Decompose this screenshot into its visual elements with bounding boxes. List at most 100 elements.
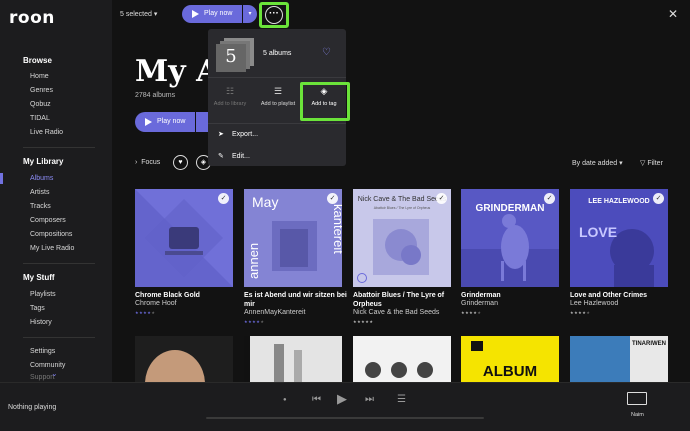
play-icon[interactable]: ▶ <box>337 391 347 407</box>
menu-item-label: Export... <box>232 131 259 138</box>
album-cover[interactable]: TINARIWEN <box>570 336 668 382</box>
selected-check-icon[interactable]: ✓ <box>544 193 555 204</box>
qobuz-source-icon <box>357 273 367 283</box>
play-icon <box>192 10 199 18</box>
sidebar-item-composers[interactable]: Composers <box>30 217 66 224</box>
next-track-icon[interactable]: ⏭ <box>365 394 374 405</box>
album-artist[interactable]: Lee Hazlewood <box>570 300 680 307</box>
album-cover-art <box>135 336 233 382</box>
sidebar-item-tidal[interactable]: TIDAL <box>30 115 50 122</box>
chevron-right-icon: › <box>135 159 138 166</box>
menu-item-label: Edit... <box>232 153 250 160</box>
zone-device-icon[interactable] <box>627 392 647 405</box>
sidebar-item-community[interactable]: Community <box>30 362 65 369</box>
cover-text: LEE HAZLEWOOD <box>588 198 649 205</box>
library-add-icon: ☷ <box>225 86 235 96</box>
album-cover[interactable]: ALBUM <box>461 336 559 382</box>
cover-text: LOVE <box>579 224 617 240</box>
album-artist[interactable]: Grinderman <box>461 300 571 307</box>
sidebar-item-settings[interactable]: Settings <box>30 348 55 355</box>
sidebar-item-history[interactable]: History <box>30 319 52 326</box>
roon-logo[interactable]: roon <box>9 8 55 28</box>
album-cover-art <box>353 336 451 382</box>
sidebar-item-compositions[interactable]: Compositions <box>30 231 72 238</box>
edit-menu-item[interactable]: ✎ Edit... <box>218 152 250 160</box>
album-cover-art <box>244 336 342 382</box>
now-playing-text: Nothing playing <box>8 404 57 411</box>
sidebar-item-artists[interactable]: Artists <box>30 189 49 196</box>
album-title[interactable]: Es ist Abend und wir sitzen bei mir <box>244 291 354 309</box>
zone-name[interactable]: Naim <box>631 412 644 418</box>
play-now-label: Play now <box>204 10 233 17</box>
album-title[interactable]: Abattoir Blues / The Lyre of Orpheus <box>353 291 463 309</box>
album-title[interactable]: Grinderman <box>461 291 571 300</box>
play-now-button[interactable]: Play now <box>135 112 195 132</box>
export-icon: ➤ <box>218 131 224 138</box>
add-to-library-button[interactable]: ☷ Add to library <box>210 86 250 108</box>
chevron-down-icon[interactable]: ⌄ <box>51 369 58 378</box>
more-options-button[interactable]: ··· <box>265 6 283 24</box>
sidebar-item-live-radio[interactable]: Live Radio <box>30 129 63 136</box>
selection-thumbnail: 5 <box>216 38 256 72</box>
selected-check-icon[interactable]: ✓ <box>327 193 338 204</box>
album-title[interactable]: Love and Other Crimes <box>570 291 680 300</box>
album-cover[interactable] <box>353 336 451 382</box>
play-now-button-top[interactable]: Play now <box>182 5 242 23</box>
sort-dropdown[interactable]: By date added ▾ <box>572 159 623 167</box>
chevron-down-icon: ▾ <box>153 11 158 18</box>
seek-bar[interactable] <box>206 417 484 419</box>
previous-track-icon[interactable]: ⏮ <box>312 394 321 405</box>
cover-text: Nick Cave & The Bad Seeds <box>358 196 447 203</box>
sidebar-item-tags[interactable]: Tags <box>30 305 45 312</box>
sidebar-item-genres[interactable]: Genres <box>30 87 53 94</box>
add-to-playlist-button[interactable]: ☰ Add to playlist <box>258 87 298 108</box>
album-cover: GRINDERMAN ✓ <box>461 189 559 287</box>
album-cover: May annen kantereit ✓ <box>244 189 342 287</box>
rating-stars: ★★★★★ <box>244 319 265 324</box>
heart-filter-icon[interactable]: ♥ <box>173 155 188 170</box>
album-cover-art: TINARIWEN <box>570 336 668 382</box>
selection-count-label: 5 selected <box>120 11 152 18</box>
album-artist[interactable]: AnnenMayKantereit <box>244 309 354 316</box>
album-cover[interactable] <box>244 336 342 382</box>
album-cover: LEE HAZLEWOOD LOVE ✓ <box>570 189 668 287</box>
selected-check-icon[interactable]: ✓ <box>653 193 664 204</box>
sidebar <box>0 0 112 382</box>
album-title[interactable]: Chrome Black Gold <box>135 291 245 300</box>
sidebar-heading-library: My Library <box>23 157 64 166</box>
selected-check-icon[interactable]: ✓ <box>436 193 447 204</box>
focus-button[interactable]: › Focus <box>135 159 160 166</box>
sort-label: By date added <box>572 160 618 167</box>
album-count: 2784 albums <box>135 92 176 99</box>
sidebar-item-tracks[interactable]: Tracks <box>30 203 51 210</box>
cover-text: May <box>252 194 278 210</box>
album-artist[interactable]: Nick Cave & the Bad Seeds <box>353 309 463 316</box>
filter-button[interactable]: ▽ Filter <box>640 159 663 167</box>
ellipsis-icon: ··· <box>269 8 279 19</box>
close-icon[interactable]: ✕ <box>668 7 678 21</box>
album-cover[interactable] <box>135 336 233 382</box>
sidebar-item-playlists[interactable]: Playlists <box>30 291 56 298</box>
sidebar-item-home[interactable]: Home <box>30 73 49 80</box>
heart-icon[interactable]: ♡ <box>322 47 331 58</box>
selection-count[interactable]: 5 selected ▾ <box>120 10 157 18</box>
action-label: Add to playlist <box>260 101 296 107</box>
queue-icon[interactable]: ☰ <box>397 394 406 405</box>
filter-icon: ▽ <box>640 160 646 167</box>
cover-text: kantereit <box>331 204 342 254</box>
menu-divider <box>208 77 346 78</box>
sidebar-divider <box>23 147 95 148</box>
album-artist[interactable]: Chrome Hoof <box>135 300 245 307</box>
sidebar-item-qobuz[interactable]: Qobuz <box>30 101 51 108</box>
chevron-down-icon: ▾ <box>619 160 623 167</box>
album-cover-art: GRINDERMAN <box>461 189 559 287</box>
export-menu-item[interactable]: ➤ Export... <box>218 130 258 138</box>
sidebar-item-albums[interactable]: Albums <box>30 175 53 182</box>
play-options-dropdown[interactable] <box>196 112 208 132</box>
album-cover-art: ALBUM <box>461 336 559 382</box>
cover-text: Abattoir Blues / The Lyre of Orpheus <box>374 206 431 210</box>
album-cover: Nick Cave & The Bad Seeds Abattoir Blues… <box>353 189 451 287</box>
sidebar-item-my-live-radio[interactable]: My Live Radio <box>30 245 74 252</box>
selected-check-icon[interactable]: ✓ <box>218 193 229 204</box>
rating-stars: ★★★★★ <box>570 310 591 315</box>
